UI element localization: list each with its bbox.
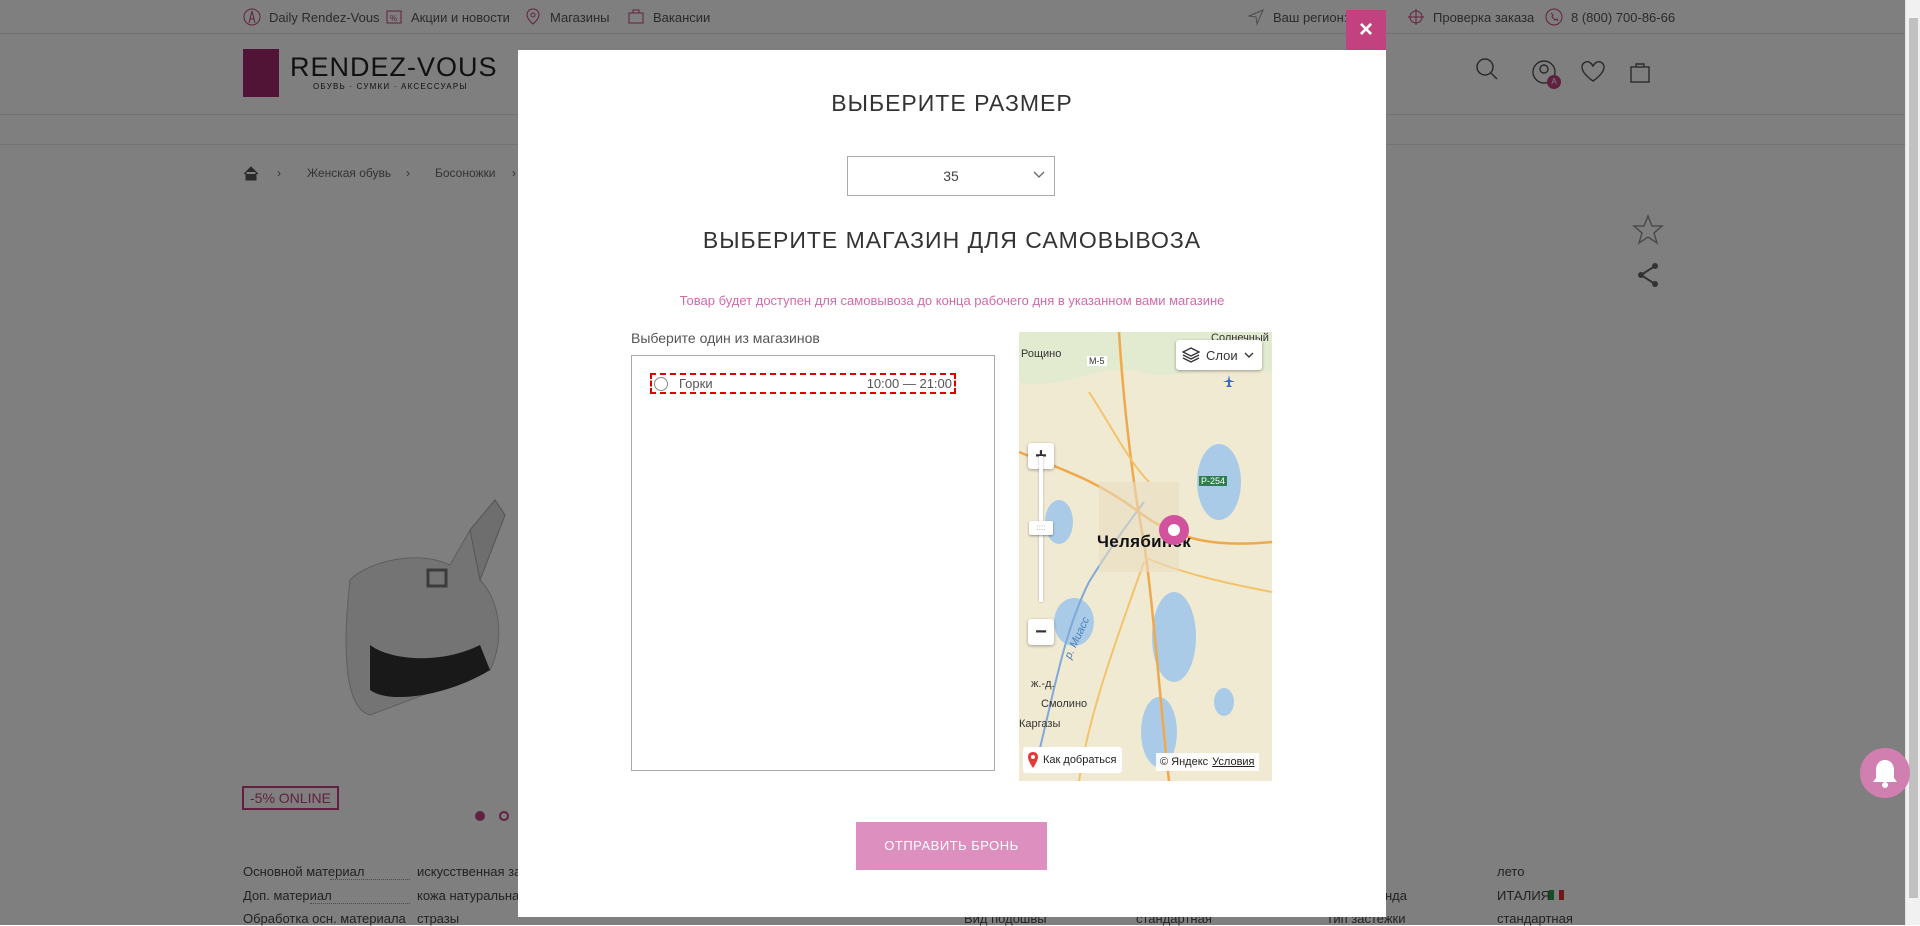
store-hours: 10:00 — 21:00 <box>866 376 952 391</box>
scrollbar-thumb[interactable] <box>1909 18 1918 898</box>
map-road-label: Р-254 <box>1199 476 1228 486</box>
map-place-label: Рощино <box>1021 348 1062 360</box>
store-radio[interactable] <box>654 376 668 391</box>
copyright-label: © Яндекс <box>1160 756 1209 768</box>
map-zoom-out-button[interactable]: − <box>1028 619 1054 645</box>
layers-label: Слои <box>1206 347 1238 363</box>
modal-close-button[interactable]: × <box>1346 10 1386 50</box>
map-place-label: ж.-д. <box>1031 678 1055 690</box>
bell-icon <box>1873 760 1897 788</box>
store-marker-icon[interactable] <box>1157 513 1191 547</box>
size-select[interactable]: 35 <box>847 156 1055 196</box>
map-zoom-handle[interactable]: :::: <box>1029 521 1053 535</box>
pickup-modal: ВЫБЕРИТЕ РАЗМЕР 35 ВЫБЕРИТЕ МАГАЗИН ДЛЯ … <box>518 50 1386 917</box>
store-name: Горки <box>679 376 713 391</box>
store-map[interactable]: Рощино Солнечный Смолино Каргазы ж.-д. р… <box>1019 332 1272 781</box>
map-route-button[interactable]: Как добраться <box>1023 747 1123 773</box>
store-list[interactable]: Горки 10:00 — 21:00 <box>631 355 995 771</box>
store-title: ВЫБЕРИТЕ МАГАЗИН ДЛЯ САМОВЫВОЗА <box>702 227 1202 253</box>
notification-bell-button[interactable] <box>1860 748 1910 798</box>
map-terms-link[interactable]: Условия <box>1212 756 1254 768</box>
map-layers-button[interactable]: Слои <box>1176 340 1262 370</box>
pickup-note: Товар будет доступен для самовывоза до к… <box>679 293 1225 308</box>
map-tiles <box>1019 332 1272 781</box>
layers-icon <box>1182 347 1200 363</box>
store-list-label: Выберите один из магазинов <box>631 330 820 346</box>
route-pin-icon <box>1028 752 1038 768</box>
size-title: ВЫБЕРИТЕ РАЗМЕР <box>831 90 1073 116</box>
route-label: Как добраться <box>1043 754 1117 766</box>
map-road-label: М-5 <box>1087 356 1107 366</box>
size-select-value: 35 <box>943 168 959 184</box>
chevron-down-icon <box>1244 352 1254 358</box>
map-copyright: © Яндекс Условия <box>1156 753 1259 771</box>
airport-icon <box>1223 375 1235 387</box>
submit-reservation-button[interactable]: ОТПРАВИТЬ БРОНЬ <box>856 822 1047 870</box>
map-place-label: Смолино <box>1041 698 1088 710</box>
map-place-label: Каргазы <box>1019 718 1061 730</box>
chevron-down-icon <box>1033 171 1045 178</box>
store-option[interactable]: Горки 10:00 — 21:00 <box>650 373 956 394</box>
